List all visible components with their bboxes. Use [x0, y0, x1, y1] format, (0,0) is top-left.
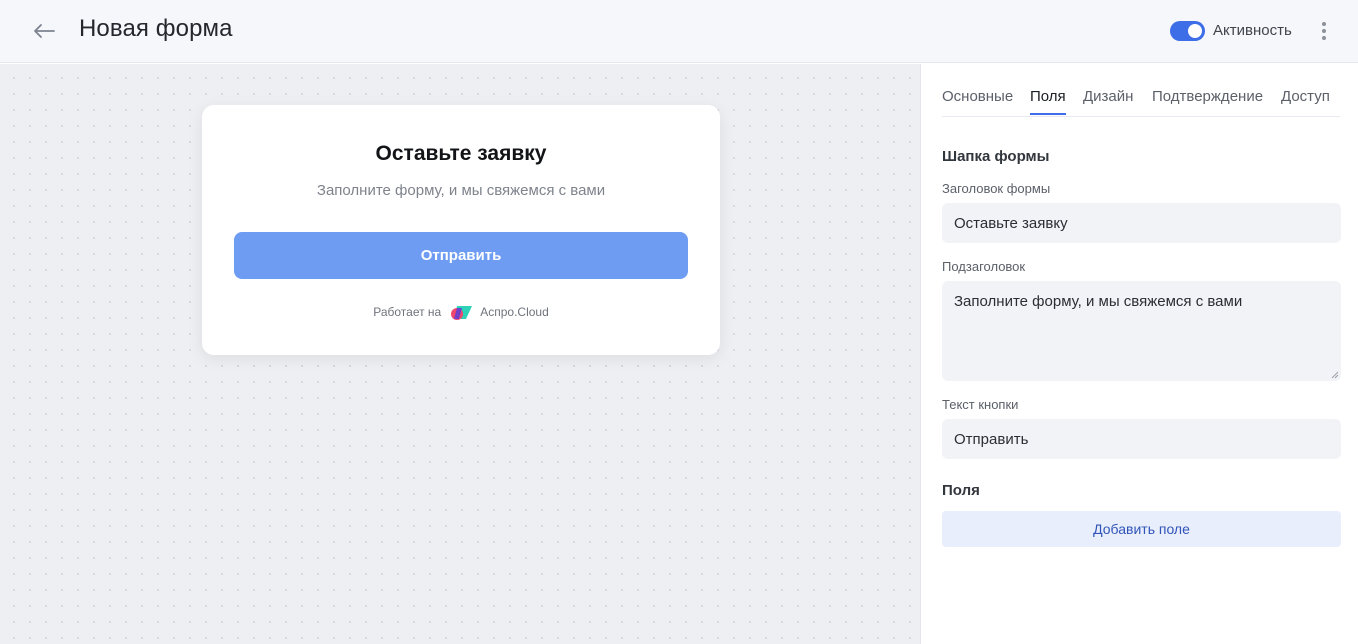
preview-canvas: Оставьте заявку Заполните форму, и мы св…	[0, 64, 921, 644]
preview-subtitle: Заполните форму, и мы свяжемся с вами	[316, 182, 606, 199]
resize-grip-icon[interactable]	[1331, 371, 1339, 379]
add-field-button[interactable]: Добавить поле	[942, 511, 1341, 547]
powered-brand: Аспро.Cloud	[480, 305, 549, 319]
arrow-left-icon	[34, 24, 55, 38]
activity-label: Активность	[1213, 22, 1292, 39]
more-menu-button[interactable]	[1312, 18, 1336, 44]
tab-basic[interactable]: Основные	[942, 88, 1013, 113]
tab-access[interactable]: Доступ	[1281, 88, 1330, 113]
subtitle-label: Подзаголовок	[942, 259, 1026, 274]
tab-fields[interactable]: Поля	[1030, 88, 1066, 115]
button-text-label: Текст кнопки	[942, 397, 1019, 412]
header-section-title: Шапка формы	[942, 148, 1050, 165]
top-bar: Новая форма Активность	[0, 0, 1358, 63]
powered-by: Работает на Аспро.Cloud	[202, 303, 720, 321]
settings-panel: Основные Поля Дизайн Подтверждение Досту…	[922, 64, 1358, 644]
fields-section-title: Поля	[942, 482, 980, 499]
page-title: Новая форма	[79, 15, 233, 42]
subtitle-textarea[interactable]: Заполните форму, и мы свяжемся с вами	[942, 281, 1341, 381]
kebab-dot	[1322, 29, 1326, 33]
kebab-dot	[1322, 22, 1326, 26]
toggle-knob	[1188, 24, 1202, 38]
tab-design[interactable]: Дизайн	[1083, 88, 1133, 113]
settings-tabs: Основные Поля Дизайн Подтверждение Досту…	[942, 64, 1340, 117]
back-button[interactable]	[28, 16, 60, 46]
preview-submit-button[interactable]: Отправить	[234, 232, 688, 279]
tab-confirmation[interactable]: Подтверждение	[1152, 88, 1263, 113]
subtitle-textarea-value: Заполните форму, и мы свяжемся с вами	[954, 293, 1243, 310]
kebab-dot	[1322, 36, 1326, 40]
powered-prefix: Работает на	[373, 305, 442, 319]
preview-title: Оставьте заявку	[375, 142, 547, 165]
activity-toggle[interactable]	[1170, 21, 1205, 41]
form-title-input[interactable]: Оставьте заявку	[942, 203, 1341, 243]
form-preview-card: Оставьте заявку Заполните форму, и мы св…	[202, 105, 720, 355]
aspro-logo-icon	[451, 306, 473, 320]
button-text-input[interactable]: Отправить	[942, 419, 1341, 459]
form-title-label: Заголовок формы	[942, 181, 1051, 196]
